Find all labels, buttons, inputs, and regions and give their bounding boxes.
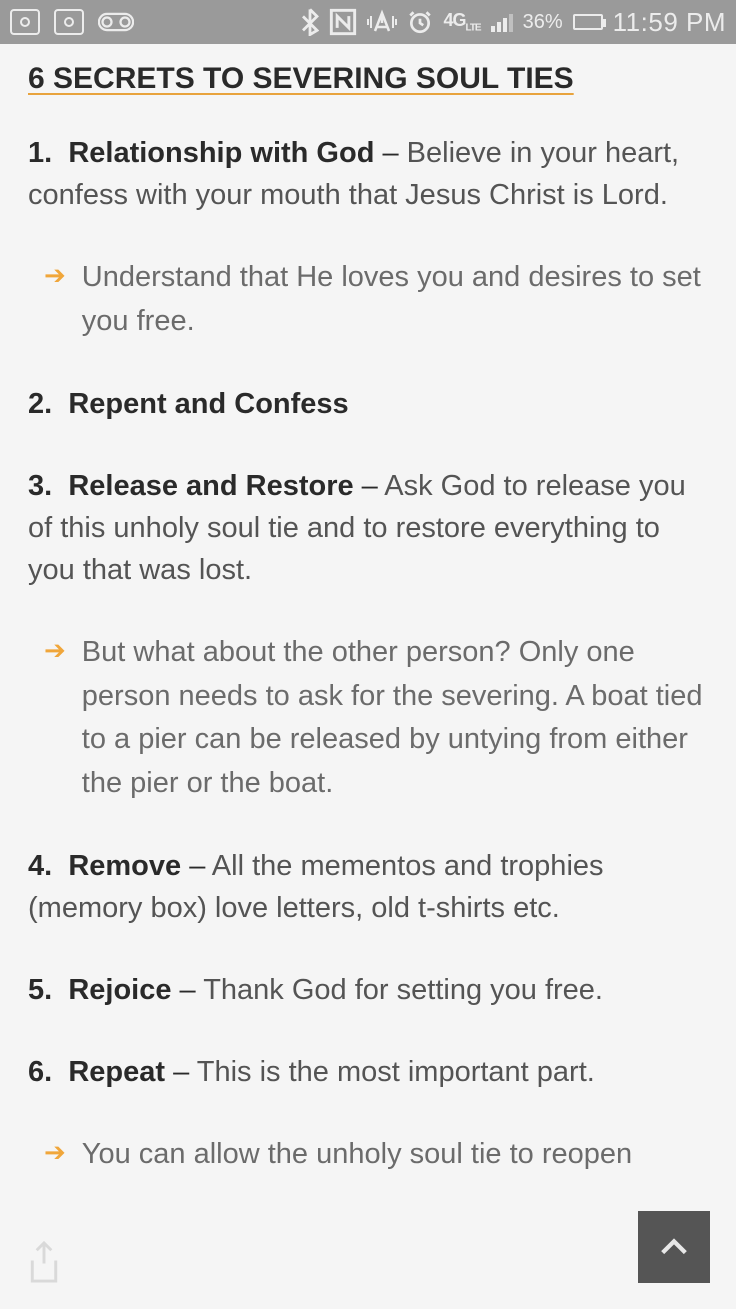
sub-point: ➔ You can allow the unholy soul tie to r… (28, 1133, 708, 1177)
sub-point: ➔ Understand that He loves you and desir… (28, 256, 708, 343)
status-left (10, 9, 134, 35)
camera-icon (10, 9, 40, 35)
list-item: 3. Release and Restore – Ask God to rele… (28, 465, 708, 591)
vibrate-icon (367, 9, 397, 35)
alarm-icon (407, 9, 433, 35)
signal-icon (491, 12, 513, 32)
battery-percent: 36% (523, 11, 563, 34)
arrow-right-icon: ➔ (44, 1133, 66, 1177)
share-button[interactable] (26, 1240, 62, 1289)
article-content[interactable]: 6 SECRETS TO SEVERING SOUL TIES 1. Relat… (0, 44, 736, 1177)
voicemail-icon (98, 12, 134, 32)
page-title: 6 SECRETS TO SEVERING SOUL TIES (28, 62, 708, 96)
status-right: 4GLTE 36% 11:59 PM (301, 7, 726, 38)
status-bar: 4GLTE 36% 11:59 PM (0, 0, 736, 44)
camera-icon-2 (54, 9, 84, 35)
bluetooth-icon (301, 8, 319, 36)
network-label: 4GLTE (443, 10, 480, 34)
list-item: 4. Remove – All the mementos and trophie… (28, 845, 708, 929)
clock: 11:59 PM (613, 7, 726, 38)
scroll-to-top-button[interactable] (638, 1211, 710, 1283)
nfc-icon (329, 8, 357, 36)
list-item: 2. Repent and Confess (28, 383, 708, 425)
list-item: 5. Rejoice – Thank God for setting you f… (28, 969, 708, 1011)
list-item: 1. Relationship with God – Believe in yo… (28, 132, 708, 216)
sub-point: ➔ But what about the other person? Only … (28, 631, 708, 805)
arrow-right-icon: ➔ (44, 631, 66, 805)
arrow-right-icon: ➔ (44, 256, 66, 343)
battery-icon (573, 14, 603, 30)
list-item: 6. Repeat – This is the most important p… (28, 1051, 708, 1093)
